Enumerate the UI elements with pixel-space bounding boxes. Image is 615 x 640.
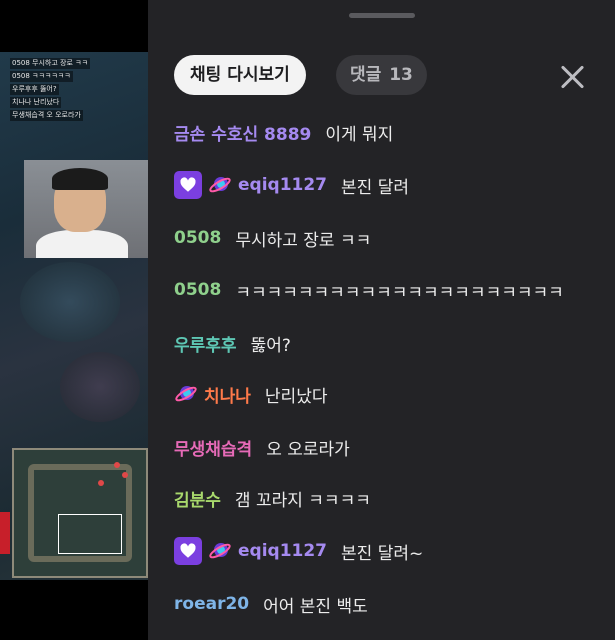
tab-chat-replay-label: 채팅 다시보기 xyxy=(190,65,290,85)
overlay-chat-line: 무생채습격 오 오로라가 xyxy=(10,110,83,121)
planet-badge-icon xyxy=(208,173,232,197)
chat-replay-panel: 채팅 다시보기 댓글 13 금손 수호신 8889 이게 뭐지 eqiq1127… xyxy=(148,0,615,640)
chat-nickname[interactable]: 0508 xyxy=(174,228,221,248)
chat-nickname[interactable]: 금손 수호신 8889 xyxy=(174,120,311,145)
chat-nickname[interactable]: 치나나 xyxy=(204,382,251,407)
tab-comments-label: 댓글 xyxy=(350,65,382,85)
heart-badge-icon xyxy=(174,171,202,199)
close-icon[interactable] xyxy=(558,62,588,92)
chat-message: 김분수 갬 꼬라지 ㅋㅋㅋㅋ xyxy=(174,483,371,513)
planet-badge-icon xyxy=(208,539,232,563)
chat-text: 갬 꼬라지 ㅋㅋㅋㅋ xyxy=(234,490,371,511)
heart-badge-icon xyxy=(174,537,202,565)
drag-handle[interactable] xyxy=(349,13,415,18)
chat-text: 어어 본진 백도 xyxy=(263,596,368,617)
hud-bar xyxy=(0,512,10,554)
chat-nickname[interactable]: eqiq1127 xyxy=(238,541,327,561)
overlay-chat-line: 우루후후 뚫어? xyxy=(10,84,59,95)
chat-text: 오 오로라가 xyxy=(266,439,350,460)
minimap xyxy=(12,448,148,578)
chat-text: 본진 달려 xyxy=(341,177,409,198)
stream-overlay-chat: 0508 무시하고 장로 ㅋㅋ 0508 ㅋㅋㅋㅋㅋㅋ 우루후후 뚫어? 치나나… xyxy=(10,58,130,123)
chat-message: eqiq1127 본진 달려~ xyxy=(174,536,423,566)
overlay-chat-line: 0508 무시하고 장로 ㅋㅋ xyxy=(10,58,91,69)
chat-text: 무시하고 장로 ㅋㅋ xyxy=(235,230,372,251)
chat-text: 이게 뭐지 xyxy=(325,124,394,145)
chat-nickname[interactable]: 김분수 xyxy=(174,486,221,511)
chat-message: 0508 ㅋㅋㅋㅋㅋㅋㅋㅋㅋㅋㅋㅋㅋㅋㅋㅋㅋㅋㅋㅋㅋ xyxy=(174,275,564,305)
streamer-webcam xyxy=(24,160,148,258)
chat-nickname[interactable]: 0508 xyxy=(174,280,221,300)
chat-message: 치나나 난리났다 xyxy=(174,379,327,409)
comments-count: 13 xyxy=(389,65,413,85)
chat-nickname[interactable]: eqiq1127 xyxy=(238,175,327,195)
chat-nickname[interactable]: 우루후후 xyxy=(174,331,237,356)
chat-nickname[interactable]: 무생채습격 xyxy=(174,435,252,460)
chat-message: eqiq1127 본진 달려 xyxy=(174,170,409,200)
planet-badge-icon xyxy=(174,382,198,406)
chat-message: 우루후후 뚫어? xyxy=(174,328,291,358)
overlay-chat-line: 치나나 난리났다 xyxy=(10,97,62,108)
tab-chat-replay[interactable]: 채팅 다시보기 xyxy=(174,55,306,95)
chat-message: 금손 수호신 8889 이게 뭐지 xyxy=(174,117,393,147)
video-player[interactable]: 0508 무시하고 장로 ㅋㅋ 0508 ㅋㅋㅋㅋㅋㅋ 우루후후 뚫어? 치나나… xyxy=(0,0,148,640)
chat-message: 0508 무시하고 장로 ㅋㅋ xyxy=(174,223,371,253)
chat-text: ㅋㅋㅋㅋㅋㅋㅋㅋㅋㅋㅋㅋㅋㅋㅋㅋㅋㅋㅋㅋㅋ xyxy=(235,282,564,303)
chat-text: 뚫어? xyxy=(250,335,291,356)
chat-message: 무생채습격 오 오로라가 xyxy=(174,432,350,462)
chat-message: roear20 어어 본진 백도 xyxy=(174,589,368,619)
chat-nickname[interactable]: roear20 xyxy=(174,594,249,614)
chat-text: 본진 달려~ xyxy=(341,543,424,564)
overlay-chat-line: 0508 ㅋㅋㅋㅋㅋㅋ xyxy=(10,71,73,82)
chat-text: 난리났다 xyxy=(264,386,328,407)
tab-comments[interactable]: 댓글 13 xyxy=(336,55,427,95)
